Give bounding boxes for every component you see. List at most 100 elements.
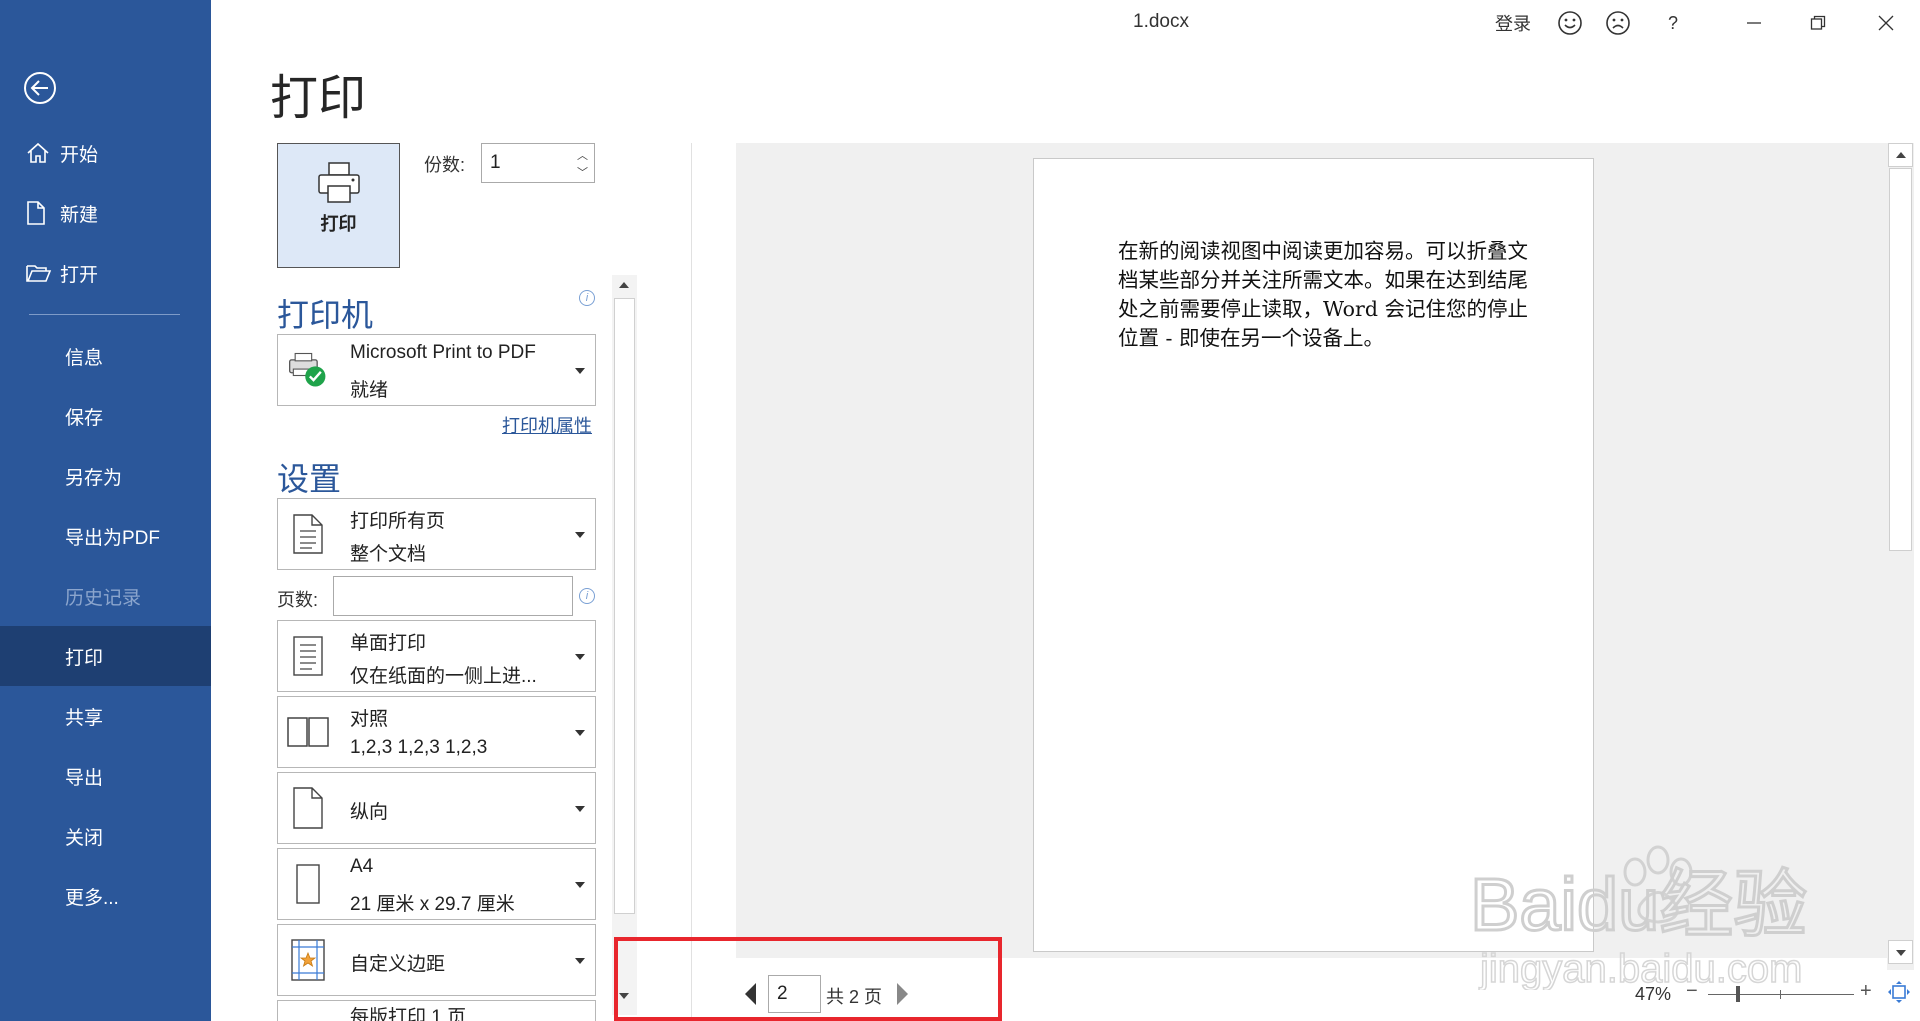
margins-dropdown[interactable]: 自定义边距: [277, 924, 596, 996]
close-icon[interactable]: [1871, 8, 1901, 38]
collate-dropdown[interactable]: 对照 1,2,3 1,2,3 1,2,3: [277, 696, 596, 768]
sides-dropdown[interactable]: 单面打印 仅在纸面的一侧上进...: [277, 620, 596, 692]
printer-properties-link[interactable]: 打印机属性: [502, 412, 592, 438]
sidebar-item-open[interactable]: 打开: [0, 243, 211, 303]
dropdown-arrow-icon: [575, 368, 585, 374]
sidebar-item-export[interactable]: 导出: [0, 746, 211, 806]
chevron-down-icon[interactable]: ﹀: [577, 164, 588, 180]
title-bar: 1.docx 登录 ?: [211, 0, 1920, 46]
help-button[interactable]: ?: [1663, 8, 1683, 38]
printer-heading: 打印机: [277, 296, 374, 334]
baidu-jingyan-watermark: Baidu经验 jingyan.baidu.com: [1469, 810, 1890, 992]
sides-value: 单面打印: [350, 633, 427, 654]
frown-feedback-icon[interactable]: [1603, 8, 1633, 38]
pages-per-sheet-value: 每版打印 1 页: [350, 1007, 467, 1021]
svg-text:Baidu经验: Baidu经验: [1470, 863, 1807, 946]
scroll-up-icon[interactable]: [619, 282, 629, 288]
portrait-icon: [286, 785, 330, 831]
print-range-value: 打印所有页: [350, 511, 446, 532]
dropdown-arrow-icon: [575, 730, 585, 736]
back-arrow-icon[interactable]: [22, 70, 58, 106]
zoom-slider-midmark: [1780, 990, 1781, 999]
new-doc-icon: [26, 201, 60, 225]
zoom-to-page-icon[interactable]: [1887, 980, 1911, 1009]
paper-size-detail: 21 厘米 x 29.7 厘米: [350, 894, 515, 915]
printer-status: 就绪: [350, 380, 389, 401]
preview-scroll-down-button[interactable]: [1888, 940, 1913, 964]
preview-scroll-up-button[interactable]: [1888, 143, 1913, 167]
current-page-input[interactable]: 2: [768, 975, 821, 1013]
dropdown-arrow-icon: [575, 806, 585, 812]
sidebar-item-print[interactable]: 打印: [0, 626, 211, 686]
sidebar-item-label: 开始: [60, 144, 99, 166]
sidebar-item-save-as[interactable]: 另存为: [0, 446, 211, 506]
info-icon[interactable]: i: [579, 588, 595, 604]
orientation-dropdown[interactable]: 纵向: [277, 772, 596, 844]
collate-value: 对照: [350, 709, 389, 730]
preview-page-text: 在新的阅读视图中阅读更加容易。可以折叠文档某些部分并关注所需文本。如果在达到结尾…: [1118, 239, 1528, 350]
orientation-value: 纵向: [350, 802, 389, 823]
print-range-detail: 整个文档: [350, 544, 427, 565]
next-page-icon[interactable]: [897, 983, 908, 1005]
margins-icon: [286, 937, 330, 983]
sidebar-item-label: 另存为: [65, 467, 123, 489]
zoom-slider[interactable]: [1708, 994, 1854, 995]
info-icon[interactable]: i: [579, 290, 595, 306]
sides-detail: 仅在纸面的一侧上进...: [350, 666, 537, 687]
printer-ready-icon: [286, 347, 330, 393]
document-title: 1.docx: [1133, 11, 1189, 32]
paper-size-value: A4: [350, 856, 374, 877]
printer-dropdown[interactable]: Microsoft Print to PDF 就绪: [277, 334, 596, 406]
signin-link[interactable]: 登录: [1495, 8, 1531, 38]
sidebar-item-info[interactable]: 信息: [0, 326, 211, 386]
sidebar-item-label: 导出为PDF: [65, 527, 161, 549]
sidebar-item-new[interactable]: 新建: [0, 183, 211, 243]
dropdown-arrow-icon: [575, 532, 585, 538]
page-title: 打印: [270, 70, 367, 126]
preview-scrollbar-thumb[interactable]: [1889, 168, 1912, 551]
sidebar-item-label: 保存: [65, 407, 104, 429]
pages-icon: [286, 511, 330, 557]
settings-scrollbar-thumb[interactable]: [614, 298, 635, 914]
copies-stepper[interactable]: 1 ︿ ﹀: [481, 143, 595, 183]
pages-input[interactable]: [333, 576, 573, 616]
print-range-dropdown[interactable]: 打印所有页 整个文档: [277, 498, 596, 570]
scroll-up-icon: [1896, 152, 1906, 158]
settings-heading: 设置: [277, 460, 342, 498]
restore-icon[interactable]: [1803, 8, 1833, 38]
sidebar-item-label: 历史记录: [65, 587, 142, 609]
sidebar-item-label: 导出: [65, 767, 104, 789]
pages-per-sheet-dropdown[interactable]: 每版打印 1 页: [277, 1000, 596, 1021]
sidebar-divider: [29, 314, 180, 315]
single-sided-icon: [286, 633, 330, 679]
sidebar-item-label: 更多...: [65, 887, 119, 909]
minimize-icon[interactable]: [1739, 8, 1769, 38]
paper-size-icon: [286, 861, 330, 907]
pages-label: 页数:: [277, 590, 319, 610]
home-icon: [26, 142, 60, 164]
chevron-up-icon[interactable]: ︿: [577, 147, 588, 163]
sidebar-item-more[interactable]: 更多...: [0, 866, 211, 926]
smile-feedback-icon[interactable]: [1555, 8, 1585, 38]
page-total-label: 共 2 页: [826, 987, 883, 1007]
dropdown-arrow-icon: [575, 654, 585, 660]
sidebar-item-close[interactable]: 关闭: [0, 806, 211, 866]
sidebar-item-history: 历史记录: [0, 566, 211, 626]
copies-value: 1: [490, 152, 501, 173]
print-button[interactable]: 打印: [277, 143, 400, 268]
sidebar-item-save[interactable]: 保存: [0, 386, 211, 446]
copies-label: 份数:: [424, 155, 466, 175]
sidebar-item-share[interactable]: 共享: [0, 686, 211, 746]
backstage-sidebar: 开始 新建 打开 信息 保存 另存为 导出为PDF 历史记录 打印 共享 导出 …: [0, 0, 211, 1021]
sidebar-item-label: 共享: [65, 707, 104, 729]
dropdown-arrow-icon: [575, 958, 585, 964]
pane-divider: [691, 143, 692, 1021]
svg-text:jingyan.baidu.com: jingyan.baidu.com: [1479, 947, 1802, 990]
paper-size-dropdown[interactable]: A4 21 厘米 x 29.7 厘米: [277, 848, 596, 920]
previous-page-icon[interactable]: [745, 983, 756, 1005]
printer-icon: [317, 162, 360, 203]
sidebar-item-export-pdf[interactable]: 导出为PDF: [0, 506, 211, 566]
sidebar-item-home[interactable]: 开始: [0, 123, 211, 183]
sidebar-item-label: 信息: [65, 347, 104, 369]
print-button-label: 打印: [320, 214, 357, 234]
